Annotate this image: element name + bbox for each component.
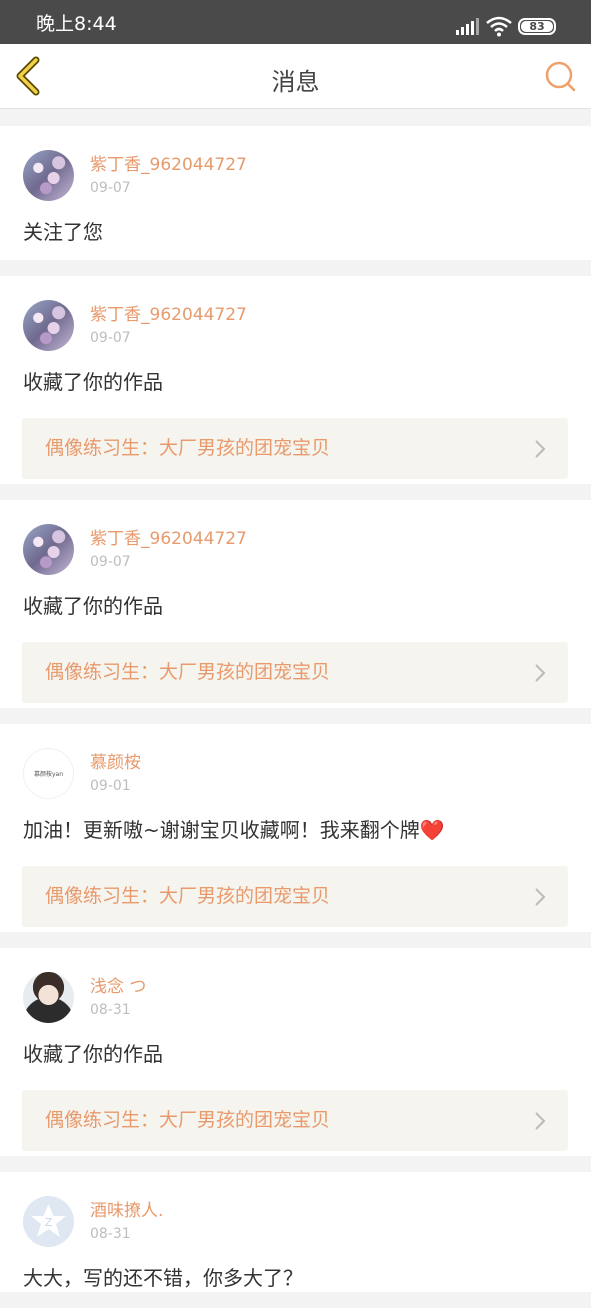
message-text: 大大，写的还不错，你多大了？ xyxy=(23,1266,303,1290)
svg-text:Z: Z xyxy=(45,1216,53,1229)
message-text: 关注了您 xyxy=(23,220,103,244)
message-text: 加油！更新嗷~谢谢宝贝收藏啊！我来翻个牌❤️ xyxy=(23,818,445,842)
signal-icon xyxy=(456,18,479,35)
chevron-right-icon xyxy=(535,440,546,458)
search-icon[interactable] xyxy=(544,60,576,92)
message-date: 09-07 xyxy=(90,554,131,570)
work-link[interactable]: 偶像练习生：大厂男孩的团宠宝贝 xyxy=(22,866,568,927)
title-bar: 消息 xyxy=(0,44,591,109)
chevron-right-icon xyxy=(535,1112,546,1130)
sender-name[interactable]: 慕颜桉 xyxy=(90,752,141,774)
status-time: 晚上8:44 xyxy=(36,13,117,35)
work-title: 偶像练习生：大厂男孩的团宠宝贝 xyxy=(45,1109,331,1131)
message-card[interactable]: 紫丁香_962044727 09-07 收藏了你的作品 偶像练习生：大厂男孩的团… xyxy=(0,276,591,484)
message-card[interactable]: 慕颜桉yan 慕颜桉 09-01 加油！更新嗷~谢谢宝贝收藏啊！我来翻个牌❤️ … xyxy=(0,724,591,932)
work-title: 偶像练习生：大厂男孩的团宠宝贝 xyxy=(45,437,331,459)
message-text: 收藏了你的作品 xyxy=(23,370,163,394)
sender-name[interactable]: 紫丁香_962044727 xyxy=(90,528,247,550)
message-date: 08-31 xyxy=(90,1226,131,1242)
work-title: 偶像练习生：大厂男孩的团宠宝贝 xyxy=(45,885,331,907)
avatar-text: 慕颜桉yan xyxy=(33,771,64,778)
avatar[interactable] xyxy=(23,972,74,1023)
work-title: 偶像练习生：大厂男孩的团宠宝贝 xyxy=(45,661,331,683)
message-card[interactable]: 紫丁香_962044727 09-07 收藏了你的作品 偶像练习生：大厂男孩的团… xyxy=(0,500,591,708)
battery-icon: 83 xyxy=(518,18,556,35)
sender-name[interactable]: 紫丁香_962044727 xyxy=(90,154,247,176)
sender-name[interactable]: 浅念 つ xyxy=(90,976,146,998)
message-date: 09-07 xyxy=(90,180,131,196)
chevron-right-icon xyxy=(535,664,546,682)
work-link[interactable]: 偶像练习生：大厂男孩的团宠宝贝 xyxy=(22,418,568,479)
work-link[interactable]: 偶像练习生：大厂男孩的团宠宝贝 xyxy=(22,642,568,703)
message-list: 紫丁香_962044727 09-07 关注了您 紫丁香_962044727 0… xyxy=(0,126,591,1308)
avatar[interactable] xyxy=(23,150,74,201)
message-date: 09-07 xyxy=(90,330,131,346)
message-date: 09-01 xyxy=(90,778,131,794)
status-bar: 晚上8:44 83 xyxy=(0,0,591,44)
message-card[interactable]: Z 酒味撩人. 08-31 大大，写的还不错，你多大了？ xyxy=(0,1172,591,1292)
chevron-right-icon xyxy=(535,888,546,906)
message-text: 收藏了你的作品 xyxy=(23,1042,163,1066)
message-text: 收藏了你的作品 xyxy=(23,594,163,618)
battery-level: 83 xyxy=(529,20,545,33)
avatar[interactable]: 慕颜桉yan xyxy=(23,748,74,799)
message-card[interactable]: 浅念 つ 08-31 收藏了你的作品 偶像练习生：大厂男孩的团宠宝贝 xyxy=(0,948,591,1156)
message-card[interactable]: 紫丁香_962044727 09-07 关注了您 xyxy=(0,126,591,260)
sender-name[interactable]: 紫丁香_962044727 xyxy=(90,304,247,326)
default-avatar-icon: Z xyxy=(31,1204,66,1237)
work-link[interactable]: 偶像练习生：大厂男孩的团宠宝贝 xyxy=(22,1090,568,1151)
page-title: 消息 xyxy=(271,68,320,96)
avatar[interactable] xyxy=(23,300,74,351)
sender-name[interactable]: 酒味撩人. xyxy=(90,1200,163,1222)
avatar[interactable] xyxy=(23,524,74,575)
wifi-icon xyxy=(486,16,512,37)
message-date: 08-31 xyxy=(90,1002,131,1018)
avatar[interactable]: Z xyxy=(23,1196,74,1247)
